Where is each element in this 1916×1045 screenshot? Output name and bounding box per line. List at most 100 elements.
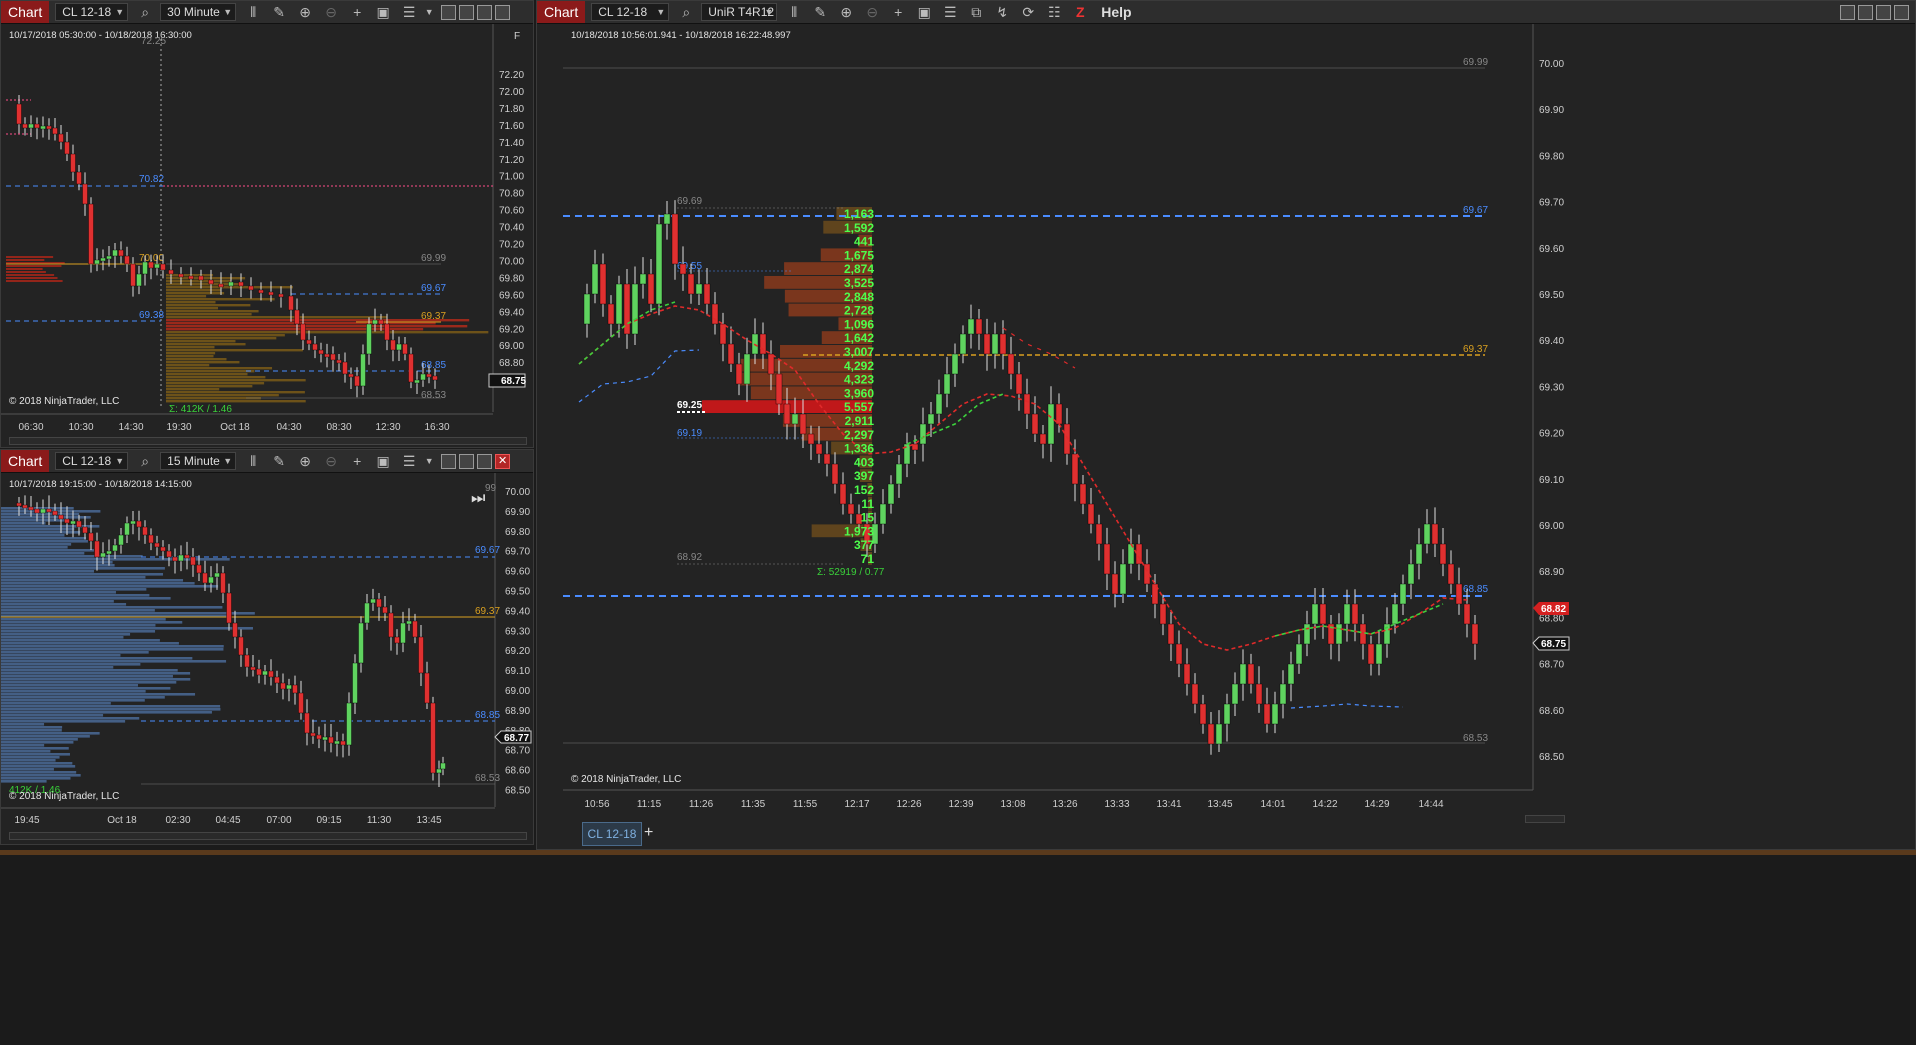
profile-bar — [1, 555, 143, 558]
candle-body — [88, 532, 94, 542]
level-label-69.99: 69.99 — [1463, 57, 1488, 68]
interval-selector[interactable]: UniR T4R12 ▼ — [701, 3, 778, 21]
x-tick-label: 12:39 — [948, 799, 973, 810]
search-icon[interactable]: ⌕ — [134, 451, 156, 471]
tile-icon[interactable] — [1840, 4, 1855, 20]
candle-body — [22, 504, 28, 509]
candle-body — [1471, 623, 1479, 645]
list-icon[interactable]: ☷ — [1043, 2, 1065, 22]
pencil-icon[interactable]: ✎ — [268, 2, 290, 22]
reload-icon[interactable]: ⟳ — [1017, 2, 1039, 22]
profile-bar — [166, 367, 273, 370]
chevron-down-icon[interactable]: ▼ — [424, 2, 434, 22]
close-icon[interactable] — [495, 4, 511, 20]
interval-selector[interactable]: 30 Minute ▼ — [160, 3, 237, 21]
x-tick-label: 02:30 — [165, 815, 190, 826]
candle-body — [306, 339, 312, 345]
indicators-icon[interactable]: ☰ — [939, 2, 961, 22]
x-axis-ticks: 06:30 10:30 14:30 19:30 Oct 18 04:30 08:30 12:3… — [18, 422, 449, 433]
crosshair-icon[interactable]: + — [346, 451, 368, 471]
instrument-selector[interactable]: CL 12-18 ▼ — [591, 3, 670, 21]
minimize-icon[interactable] — [459, 4, 475, 20]
search-icon[interactable]: ⌕ — [134, 2, 156, 22]
zoom-out-icon[interactable]: ⊖ — [861, 2, 883, 22]
horizontal-scrollbar[interactable] — [1525, 815, 1565, 823]
maximize-icon[interactable] — [477, 4, 493, 20]
bars-style-icon[interactable]: ⫴ — [242, 451, 264, 471]
candle-body — [294, 309, 300, 325]
tab-cl-12-18[interactable]: CL 12-18 — [582, 822, 642, 846]
chart-menu-button[interactable]: Chart — [1, 450, 50, 472]
profile-volume-label: 1,642 — [844, 331, 874, 345]
candle-body — [735, 363, 743, 385]
price-chart-30min[interactable]: 10/17/2018 05:30:00 - 10/18/2018 16:30:0… — [1, 24, 533, 448]
last-price-label: 68.75 — [501, 376, 526, 387]
maximize-icon[interactable] — [477, 453, 493, 469]
price-chart-unirenko[interactable]: 10/18/2018 10:56:01.941 - 10/18/2018 16:… — [563, 24, 1916, 822]
candle-body — [64, 518, 70, 524]
profile-bar — [1, 666, 114, 669]
close-icon[interactable] — [1894, 4, 1909, 20]
candle-body — [130, 520, 136, 525]
y-tick-label: 69.20 — [499, 324, 524, 335]
candle-body — [220, 572, 226, 594]
chart-menu-button[interactable]: Chart — [1, 1, 50, 23]
profile-bar — [1, 726, 63, 729]
horizontal-scrollbar[interactable] — [9, 832, 527, 840]
crosshair-icon[interactable]: + — [887, 2, 909, 22]
candle-body — [64, 141, 70, 155]
tile-icon[interactable] — [441, 4, 457, 20]
candle-body — [136, 273, 142, 287]
z-icon[interactable]: Z — [1069, 2, 1091, 22]
interval-selector[interactable]: 15 Minute ▼ — [160, 452, 237, 470]
profile-bar — [1, 654, 121, 657]
skip-to-end-icon[interactable]: ⏭ — [471, 490, 485, 507]
profile-bar — [166, 394, 279, 397]
indicators-icon[interactable]: ☰ — [398, 2, 420, 22]
crosshair-icon[interactable]: + — [346, 2, 368, 22]
strategies-icon[interactable]: ↯ — [991, 2, 1013, 22]
tile-icon[interactable] — [441, 453, 457, 469]
maximize-icon[interactable] — [1876, 4, 1891, 20]
bars-style-icon[interactable]: ⫴ — [242, 2, 264, 22]
properties-icon[interactable]: ▣ — [913, 2, 935, 22]
candle-body — [256, 668, 262, 676]
chart-menu-button[interactable]: Chart — [537, 1, 586, 23]
profile-volume-label: 441 — [854, 235, 874, 249]
add-tab-button[interactable]: + — [644, 824, 653, 842]
profile-bar — [6, 259, 45, 261]
candle-body — [226, 592, 232, 624]
f-button[interactable]: F — [514, 31, 520, 42]
minimize-icon[interactable] — [459, 453, 475, 469]
zoom-in-icon[interactable]: ⊕ — [294, 451, 316, 471]
pencil-icon[interactable]: ✎ — [809, 2, 831, 22]
instrument-selector[interactable]: CL 12-18 ▼ — [55, 452, 129, 470]
zoom-out-icon[interactable]: ⊖ — [320, 451, 342, 471]
y-tick-label: 72.00 — [499, 87, 524, 98]
profile-bar — [166, 295, 207, 298]
y-tick-label: 68.50 — [505, 786, 530, 797]
profile-bar — [1, 669, 178, 672]
profile-bar — [6, 256, 54, 258]
search-icon[interactable]: ⌕ — [675, 2, 697, 22]
horizontal-scrollbar[interactable] — [9, 437, 527, 445]
candle-body — [919, 423, 927, 445]
price-chart-15min[interactable]: 10/17/2018 19:15:00 - 10/18/2018 14:15:0… — [1, 473, 533, 845]
zoom-in-icon[interactable]: ⊕ — [835, 2, 857, 22]
properties-icon[interactable]: ▣ — [372, 451, 394, 471]
templates-icon[interactable]: ⧉ — [965, 2, 987, 22]
profile-bar — [1, 636, 124, 639]
zoom-in-icon[interactable]: ⊕ — [294, 2, 316, 22]
profile-bar — [166, 352, 216, 355]
bars-style-icon[interactable]: ⫴ — [783, 2, 805, 22]
profile-bar — [1, 543, 72, 546]
properties-icon[interactable]: ▣ — [372, 2, 394, 22]
instrument-selector[interactable]: CL 12-18 ▼ — [55, 3, 129, 21]
zoom-out-icon[interactable]: ⊖ — [320, 2, 342, 22]
close-icon[interactable]: ✕ — [495, 453, 511, 469]
indicators-icon[interactable]: ☰ — [398, 451, 420, 471]
pencil-icon[interactable]: ✎ — [268, 451, 290, 471]
minimize-icon[interactable] — [1858, 4, 1873, 20]
help-menu[interactable]: Help — [1101, 4, 1131, 20]
chevron-down-icon[interactable]: ▼ — [424, 451, 434, 471]
